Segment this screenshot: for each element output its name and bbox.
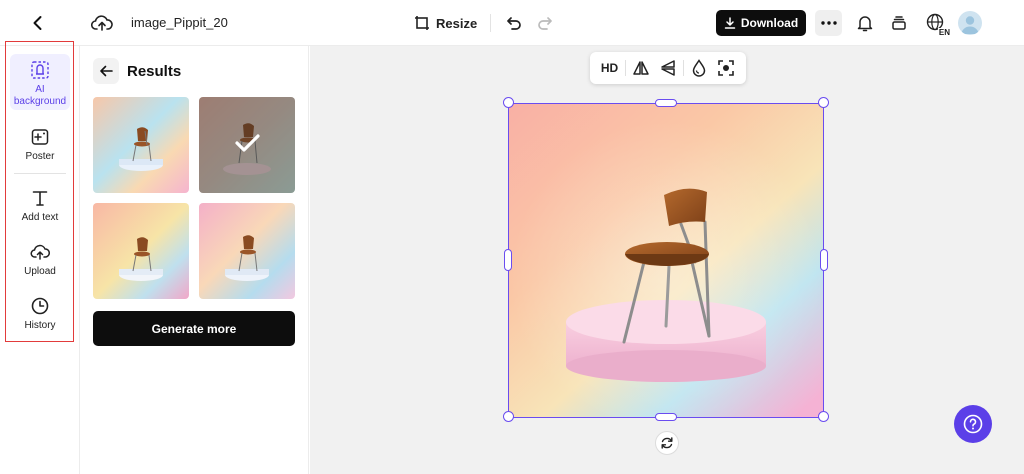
focus-button[interactable] [714,56,738,80]
result-thumbnail-4[interactable] [199,203,295,299]
resize-handle-bottom-right[interactable] [818,411,829,422]
resize-handle-right[interactable] [820,249,828,271]
arrow-left-icon [100,65,113,77]
redo-icon [538,17,552,30]
flip-vertical-icon [661,60,675,76]
language-button[interactable]: EN [922,11,951,37]
resize-handle-bottom-left[interactable] [503,411,514,422]
top-bar: image_Pippit_20 Resize Download EN [0,0,1024,46]
results-header: Results [93,58,181,84]
results-panel: Results Generate more [81,46,309,474]
resize-handle-top-left[interactable] [503,97,514,108]
chevron-left-icon [33,16,42,30]
help-icon [963,414,983,434]
canvas-area: HD [310,46,1024,474]
user-avatar[interactable] [958,11,982,35]
resize-handle-bottom[interactable] [655,413,677,421]
language-code: EN [937,28,951,37]
resize-handle-top-right[interactable] [818,97,829,108]
redo-button[interactable] [533,11,557,35]
toolbar-separator [624,60,626,76]
stack-icon [892,16,906,30]
download-label: Download [740,16,799,30]
rotate-icon [661,437,673,449]
resize-button[interactable]: Resize [414,11,477,35]
result-thumbnail-3[interactable] [93,203,189,299]
resize-icon [415,16,429,30]
download-button[interactable]: Download [716,10,806,36]
toolbar-separator [683,60,685,76]
result-thumbnail-1[interactable] [93,97,189,193]
focus-frame-icon [718,60,735,76]
resize-handle-left[interactable] [504,249,512,271]
cloud-upload-icon [91,15,113,31]
project-title[interactable]: image_Pippit_20 [131,15,228,30]
flip-vertical-button[interactable] [656,56,680,80]
product-image [509,104,823,417]
undo-icon [507,17,521,30]
bell-icon [857,16,873,32]
rotate-button[interactable] [655,431,679,455]
flip-horizontal-icon [633,61,649,75]
help-button[interactable] [954,405,992,443]
flip-horizontal-button[interactable] [629,56,653,80]
notifications-button[interactable] [853,11,877,35]
generate-more-button[interactable]: Generate more [93,311,295,346]
more-horizontal-icon [820,21,837,25]
toolbar-divider [490,14,491,32]
selected-image[interactable] [508,103,824,418]
opacity-button[interactable] [687,56,711,80]
more-options-button[interactable] [815,10,842,36]
drop-icon [693,59,706,77]
download-icon [724,17,736,29]
hd-button[interactable]: HD [598,56,622,80]
results-back-button[interactable] [93,58,119,84]
highlight-frame [5,41,74,342]
resize-handle-top[interactable] [655,99,677,107]
undo-button[interactable] [502,11,526,35]
cloud-save-button[interactable] [90,11,114,35]
user-icon [961,16,979,34]
back-button[interactable] [26,11,50,35]
layers-button[interactable] [887,11,911,35]
results-title: Results [127,62,182,80]
result-thumbnail-2[interactable] [199,97,295,193]
image-toolbar: HD [590,52,746,84]
resize-label: Resize [436,15,478,31]
